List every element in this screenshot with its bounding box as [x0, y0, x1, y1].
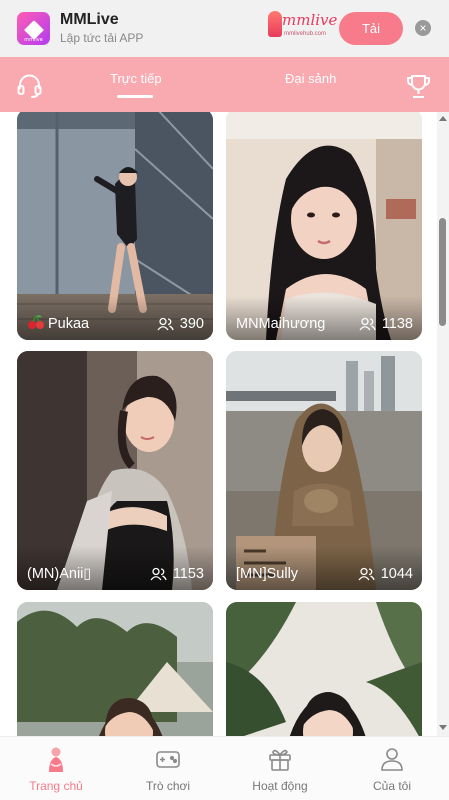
streamer-name: MNMaihương [236, 316, 326, 332]
app-subtitle: Lập tức tải APP [60, 31, 144, 45]
viewer-count: 1138 [359, 316, 413, 332]
people-icon [359, 317, 376, 331]
download-button[interactable]: Tải [339, 12, 403, 45]
nav-item-profile[interactable]: Của tôi [347, 737, 437, 800]
stream-thumbnail [17, 602, 213, 736]
nav-label-activities: Hoạt động [252, 779, 308, 793]
viewer-count-text: 1138 [381, 316, 413, 332]
stream-card[interactable]: (MN)Anii▯ 1153 [17, 351, 213, 590]
nav-label-games: Trò chơi [145, 779, 191, 793]
tab-hall[interactable]: Đại sảnh [285, 71, 336, 86]
people-icon [157, 317, 174, 331]
close-banner-button[interactable]: × [415, 20, 431, 36]
brand-wordmark: mmlive [282, 11, 338, 29]
mmlive-app-logo: mmlive [17, 12, 50, 45]
cherry-icon [28, 315, 44, 329]
stream-card[interactable] [17, 602, 213, 736]
gamepad-icon [156, 751, 180, 768]
stream-thumbnail [226, 602, 422, 736]
active-tab-indicator [117, 95, 153, 98]
bottom-navigation: Trang chủ Trò chơi Hoạt động Của tôi [0, 736, 449, 800]
nav-item-games[interactable]: Trò chơi [123, 737, 213, 800]
stream-card[interactable]: MNMaihương 1138 [226, 112, 422, 340]
streamer-name: (MN)Anii▯ [27, 566, 92, 582]
streamer-name: Pukaa [27, 314, 89, 332]
app-screen: mmlive MMLive Lập tức tải APP mmlive mml… [0, 0, 449, 800]
viewer-count: 1153 [150, 566, 204, 582]
scroll-up-arrow-icon[interactable] [439, 116, 447, 121]
viewer-count-text: 390 [179, 316, 204, 332]
download-banner: mmlive MMLive Lập tức tải APP mmlive mml… [0, 0, 449, 57]
top-navigation: Trực tiếp Đại sảnh [0, 57, 449, 112]
nav-item-activities[interactable]: Hoạt động [235, 737, 325, 800]
vertical-scrollbar[interactable] [437, 112, 449, 736]
app-logo-tag: mmlive [24, 37, 43, 43]
stream-card[interactable] [226, 602, 422, 736]
headset-icon[interactable] [16, 72, 43, 99]
nav-label-home: Trang chủ [29, 779, 83, 793]
tab-live[interactable]: Trực tiếp [110, 71, 162, 86]
mmlive-brand-logo: mmlive mmlivehub.com [268, 9, 337, 45]
people-icon [150, 567, 167, 581]
live-streams-grid: Pukaa 390 MNMaihương 1138 (MN)Anii▯ 1153… [0, 112, 449, 736]
profile-icon [381, 748, 403, 771]
stream-card[interactable]: [MN]Sully 1044 [226, 351, 422, 590]
streamer-name: [MN]Sully [236, 566, 299, 582]
nav-item-home[interactable]: Trang chủ [11, 737, 101, 800]
viewer-count-text: 1044 [380, 566, 413, 582]
viewer-count: 390 [157, 316, 204, 332]
viewer-count: 1044 [358, 566, 413, 582]
viewer-count-text: 1153 [172, 566, 204, 582]
home-figure-icon [49, 747, 63, 772]
stream-card[interactable]: Pukaa 390 [17, 112, 213, 340]
brand-mark-icon [268, 11, 282, 37]
app-name: MMLive [60, 11, 119, 28]
nav-label-profile: Của tôi [372, 779, 412, 793]
scrollbar-thumb[interactable] [439, 218, 446, 326]
streamer-name-text: Pukaa [48, 316, 90, 332]
people-icon [358, 567, 375, 581]
brand-url: mmlivehub.com [284, 31, 327, 37]
gift-box-icon [269, 749, 291, 771]
scroll-down-arrow-icon[interactable] [439, 725, 447, 730]
trophy-icon[interactable] [405, 73, 432, 100]
